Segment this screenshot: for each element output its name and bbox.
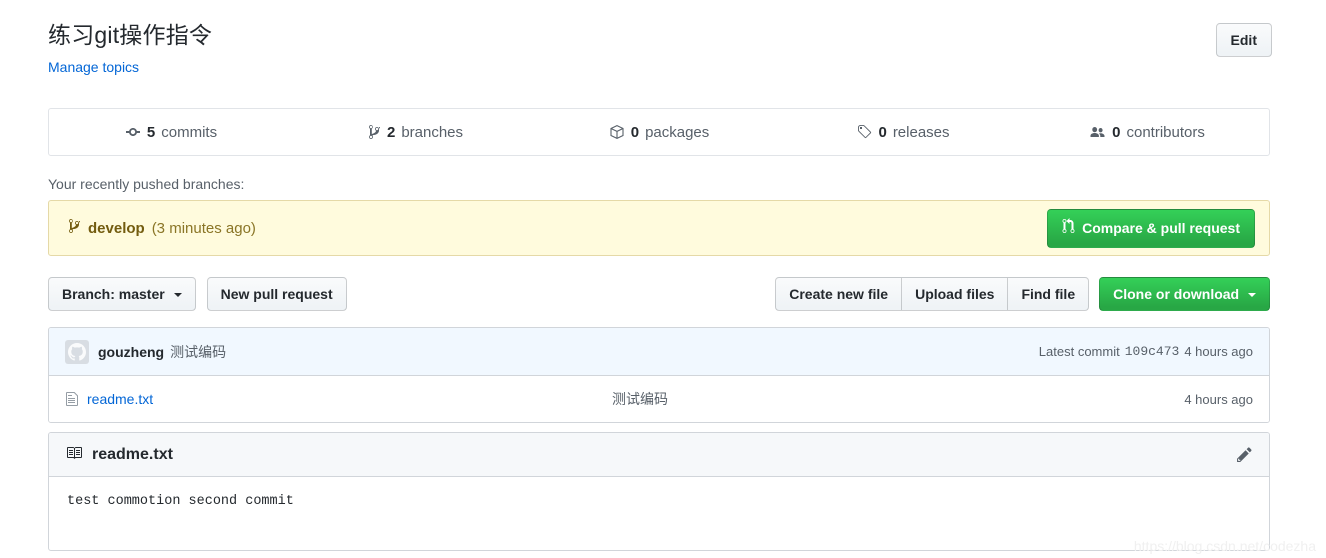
book-icon	[65, 445, 83, 464]
branch-icon	[367, 124, 381, 140]
stat-commits[interactable]: 5 commits	[49, 109, 293, 155]
readme-title: readme.txt	[92, 445, 173, 463]
stat-packages-count: 0	[630, 123, 640, 141]
recently-pushed-banner: develop (3 minutes ago) Compare & pull r…	[48, 200, 1270, 256]
commit-author[interactable]: gouzheng	[98, 344, 164, 360]
repo-stats-bar: 5 commits 2 branches 0 packages 0 releas…	[48, 108, 1270, 156]
stat-contributors-count: 0	[1112, 123, 1121, 141]
avatar[interactable]	[65, 339, 89, 364]
stat-branches[interactable]: 2 branches	[293, 109, 537, 155]
branch-select-button[interactable]: Branch: master	[48, 277, 196, 311]
page-title: 练习git操作指令	[48, 22, 213, 48]
repo-header: 练习git操作指令 Manage topics Edit	[48, 20, 1272, 75]
toolbar-right-group: Create new file Upload files Find file C…	[775, 277, 1270, 311]
readme-panel: readme.txt test commotion second commit	[48, 432, 1270, 551]
new-pull-request-button[interactable]: New pull request	[206, 277, 347, 311]
file-age: 4 hours ago	[1184, 391, 1253, 407]
watermark: https://blog.csdn.net/codezha	[1133, 538, 1316, 554]
pushed-branch-info: develop (3 minutes ago)	[67, 218, 256, 238]
create-new-file-button[interactable]: Create new file	[775, 277, 903, 311]
chevron-down-icon	[1248, 293, 1256, 298]
compare-pull-request-button[interactable]: Compare & pull request	[1047, 208, 1255, 248]
stat-branches-count: 2	[386, 123, 396, 141]
pencil-icon[interactable]	[1236, 446, 1253, 463]
compare-pull-request-label: Compare & pull request	[1082, 220, 1240, 236]
upload-files-button[interactable]: Upload files	[902, 277, 1009, 311]
package-icon	[609, 124, 625, 140]
file-actions-group: Create new file Upload files Find file	[775, 277, 1090, 311]
git-pull-request-icon	[1062, 217, 1075, 239]
readme-content: test commotion second commit	[67, 494, 294, 509]
pushed-branch-time: (3 minutes ago)	[151, 219, 256, 237]
stat-contributors-label: contributors	[1126, 123, 1205, 141]
manage-topics-link[interactable]: Manage topics	[48, 59, 139, 75]
commit-message[interactable]: 测试编码	[170, 342, 226, 362]
stat-contributors[interactable]: 0 contributors	[1025, 109, 1269, 155]
commit-age: 4 hours ago	[1184, 344, 1253, 359]
recently-pushed-label: Your recently pushed branches:	[48, 176, 245, 192]
clone-or-download-label: Clone or download	[1113, 286, 1240, 302]
stat-releases-label: releases	[892, 123, 950, 141]
table-row: readme.txt 测试编码 4 hours ago	[49, 376, 1269, 422]
branch-icon	[67, 218, 81, 238]
commit-sha[interactable]: 109c473	[1125, 344, 1180, 359]
latest-commit-row: gouzheng 测试编码 Latest commit 109c473 4 ho…	[49, 328, 1269, 376]
latest-commit-label: Latest commit	[1038, 344, 1120, 359]
stat-releases-count: 0	[878, 123, 887, 141]
stat-packages-label: packages	[645, 123, 710, 141]
repo-toolbar: Branch: master New pull request Create n…	[48, 277, 1270, 311]
commit-icon	[125, 124, 141, 140]
stat-packages[interactable]: 0 packages	[537, 109, 781, 155]
find-file-button[interactable]: Find file	[1008, 277, 1090, 311]
file-name-link[interactable]: readme.txt	[87, 391, 612, 407]
tag-icon	[856, 124, 872, 140]
readme-header: readme.txt	[49, 433, 1269, 477]
file-text-icon	[65, 391, 79, 407]
pushed-branch-name[interactable]: develop	[88, 220, 145, 237]
stat-releases[interactable]: 0 releases	[781, 109, 1025, 155]
file-listing: gouzheng 测试编码 Latest commit 109c473 4 ho…	[48, 327, 1270, 423]
stat-branches-label: branches	[401, 123, 464, 141]
chevron-down-icon	[173, 293, 182, 298]
edit-button[interactable]: Edit	[1215, 23, 1272, 57]
stat-commits-count: 5	[146, 123, 156, 141]
file-commit-message[interactable]: 测试编码	[612, 389, 1184, 409]
clone-or-download-button[interactable]: Clone or download	[1099, 277, 1270, 311]
branch-select-label: Branch: master	[62, 286, 165, 302]
contributors-icon	[1089, 124, 1106, 140]
stat-commits-label: commits	[161, 123, 218, 141]
commit-meta: Latest commit 109c473 4 hours ago	[1039, 344, 1253, 359]
repository-page: 练习git操作指令 Manage topics Edit 5 commits 2…	[0, 0, 1326, 558]
